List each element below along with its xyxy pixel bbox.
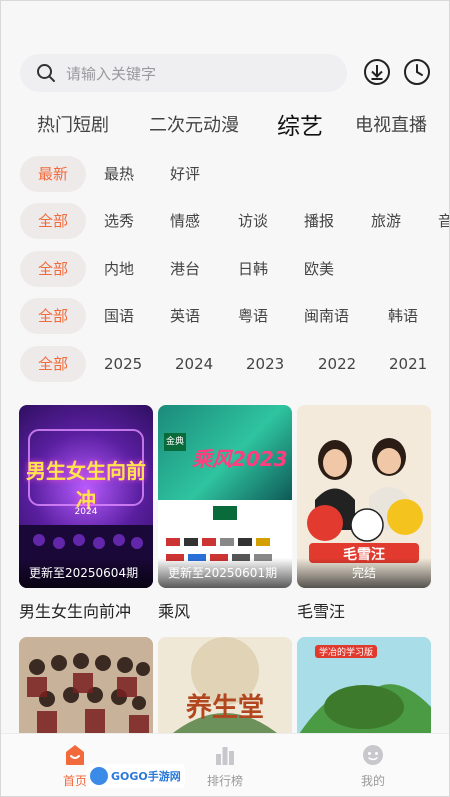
watermark-logo: GOGO手游网 — [86, 764, 185, 788]
brand-logo: 金典 — [164, 433, 186, 451]
show-card[interactable]: 男生女生向前冲 2024 更新至20250604期 男生女生向前冲 — [19, 405, 153, 622]
profile-icon — [363, 745, 383, 765]
filter-lang-mandarin[interactable]: 国语 — [104, 298, 134, 334]
bottom-nav: 首页 排行榜 我的 — [0, 733, 450, 797]
filter-region-all[interactable]: 全部 — [20, 251, 86, 287]
filter-type-broadcast[interactable]: 播报 — [304, 203, 334, 239]
show-card[interactable]: 学冶的学习版 — [297, 637, 431, 737]
filter-year-2023[interactable]: 2023 — [246, 346, 284, 382]
show-title: 毛雪汪 — [297, 602, 346, 621]
poster-image: 男生女生向前冲 2024 更新至20250604期 — [19, 405, 153, 588]
filter-sort-rating[interactable]: 好评 — [170, 156, 200, 192]
filter-lang-cantonese[interactable]: 粤语 — [238, 298, 268, 334]
show-title: 男生女生向前冲 — [19, 602, 132, 621]
episode-status: 完结 — [297, 558, 431, 588]
filter-year-all[interactable]: 全部 — [20, 346, 86, 382]
filter-region-west[interactable]: 欧美 — [304, 251, 334, 287]
poster-image: 金典 乘风2023 更新至20250601期 — [158, 405, 292, 588]
filter-region-jpkr[interactable]: 日韩 — [238, 251, 268, 287]
search-row: 请输入关键字 — [20, 54, 436, 92]
filter-row-region: 全部 内地 港台 日韩 欧美 — [0, 251, 450, 287]
tab-tv-live[interactable]: 电视直播 — [355, 111, 427, 137]
episode-status: 更新至20250601期 — [158, 558, 292, 588]
nav-profile[interactable]: 我的 — [333, 742, 413, 789]
show-card[interactable]: 金典 乘风2023 更新至20250601期 乘风 — [158, 405, 292, 622]
poster-title-text: 男生女生向前冲 — [26, 459, 146, 512]
filter-sort-hot[interactable]: 最热 — [104, 156, 134, 192]
tab-variety[interactable]: 综艺 — [277, 107, 323, 141]
filter-year-2021[interactable]: 2021 — [389, 346, 427, 382]
show-title: 乘风 — [158, 602, 191, 621]
show-card[interactable]: 养生堂 — [158, 637, 292, 737]
filter-lang-english[interactable]: 英语 — [170, 298, 200, 334]
filter-region-mainland[interactable]: 内地 — [104, 251, 134, 287]
history-icon[interactable] — [403, 58, 431, 86]
filter-type-all[interactable]: 全部 — [20, 203, 86, 239]
filter-type-travel[interactable]: 旅游 — [371, 203, 401, 239]
filter-type-emotion[interactable]: 情感 — [170, 203, 200, 239]
download-icon[interactable] — [363, 58, 391, 86]
tab-anime[interactable]: 二次元动漫 — [149, 111, 239, 137]
filter-type-interview[interactable]: 访谈 — [238, 203, 268, 239]
nav-ranking-label: 排行榜 — [206, 774, 243, 788]
filter-year-2024[interactable]: 2024 — [175, 346, 213, 382]
filter-row-language: 全部 国语 英语 粤语 闽南语 韩语 — [0, 298, 450, 334]
filter-row-sort: 最新 最热 好评 — [0, 156, 450, 192]
filter-type-talent[interactable]: 选秀 — [104, 203, 134, 239]
poster-title-text: 养生堂 — [185, 693, 264, 723]
filter-lang-all[interactable]: 全部 — [20, 298, 86, 334]
search-icon — [37, 64, 55, 82]
nav-ranking[interactable]: 排行榜 — [185, 742, 265, 789]
poster-badge-text: 学冶的学习版 — [315, 645, 378, 658]
filter-lang-minnan[interactable]: 闽南语 — [304, 298, 349, 334]
ranking-icon — [216, 747, 234, 765]
search-placeholder: 请输入关键字 — [66, 64, 157, 83]
poster-title-text: 乘风2023 — [192, 447, 288, 471]
filter-row-year: 全部 2025 2024 2023 2022 2021 — [0, 346, 450, 382]
show-card[interactable]: 毛雪汪 完结 毛雪汪 — [297, 405, 431, 622]
episode-status: 更新至20250604期 — [19, 558, 153, 588]
category-tabs: 热门短剧 二次元动漫 综艺 电视直播 — [0, 104, 450, 144]
nav-profile-label: 我的 — [360, 774, 385, 788]
filter-region-hktw[interactable]: 港台 — [170, 251, 200, 287]
search-input[interactable]: 请输入关键字 — [20, 54, 347, 92]
watermark-text: GOGO手游网 — [111, 770, 181, 783]
filter-sort-latest[interactable]: 最新 — [20, 156, 86, 192]
poster-year-text: 2024 — [74, 507, 98, 517]
show-card[interactable] — [19, 637, 153, 737]
filter-year-2025[interactable]: 2025 — [104, 346, 142, 382]
home-icon — [66, 745, 84, 765]
watermark-icon — [90, 767, 108, 785]
poster-art — [19, 637, 153, 737]
filter-lang-korean[interactable]: 韩语 — [388, 298, 418, 334]
filter-year-2022[interactable]: 2022 — [318, 346, 356, 382]
tab-hot-shorts[interactable]: 热门短剧 — [37, 111, 109, 137]
filter-row-type: 全部 选秀 情感 访谈 播报 旅游 音 — [0, 203, 450, 239]
filter-type-music[interactable]: 音 — [438, 203, 450, 239]
poster-image: 毛雪汪 完结 — [297, 405, 431, 588]
